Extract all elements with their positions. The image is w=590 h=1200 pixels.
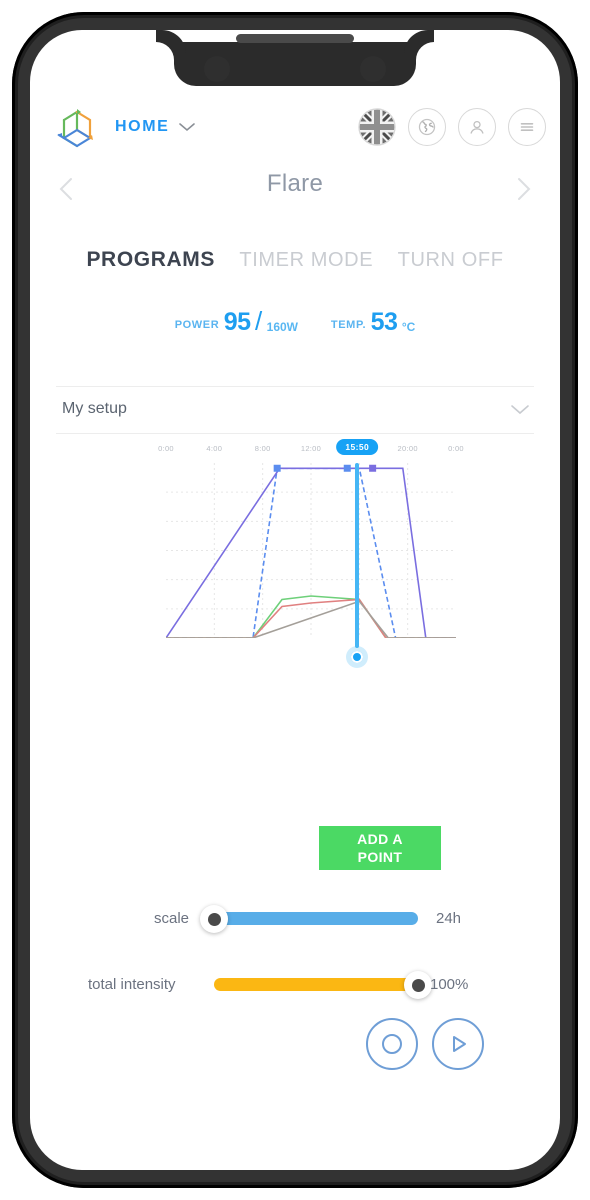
add-point-line2: POINT — [357, 849, 403, 865]
play-button[interactable] — [432, 1018, 484, 1070]
chart-point-marker[interactable] — [273, 464, 281, 472]
power-value: 95 — [223, 308, 251, 336]
cube-logo-icon[interactable] — [54, 106, 100, 154]
my-setup-label: My setup — [62, 400, 127, 417]
total-intensity-slider-value: 100% — [430, 976, 469, 993]
chevron-right-icon[interactable] — [510, 174, 536, 204]
total-intensity-slider-label: total intensity — [88, 976, 176, 993]
home-menu-label[interactable]: HOME — [115, 118, 169, 136]
phone-device-frame: HOME Flare PROGRAMS TIMER MODE TURN OFF … — [12, 12, 578, 1188]
total-intensity-slider-track[interactable] — [214, 978, 418, 991]
chart-time-cursor[interactable] — [355, 463, 360, 648]
page-title: Flare — [266, 170, 324, 197]
power-separator: / — [254, 306, 263, 336]
mode-tabs: PROGRAMS TIMER MODE TURN OFF — [30, 248, 560, 272]
my-setup-accordion[interactable]: My setup — [56, 386, 534, 434]
scale-slider-label: scale — [154, 910, 190, 927]
add-point-line1: ADD A — [357, 831, 403, 847]
scale-slider-value: 24h — [436, 910, 462, 927]
chart-x-tick: 0:00 — [448, 444, 464, 453]
program-chart[interactable]: 0:00 4:00 8:00 12:00 20:00 0:00 15:50 — [148, 439, 464, 674]
power-max: 160W — [266, 320, 299, 334]
chart-x-tick: 0:00 — [158, 444, 174, 453]
chart-x-tick: 8:00 — [254, 444, 271, 453]
app-content: HOME Flare PROGRAMS TIMER MODE TURN OFF … — [30, 30, 560, 1170]
chart-x-tick: 4:00 — [206, 444, 223, 453]
temp-label: TEMP. — [330, 319, 367, 331]
header-icon-group — [358, 108, 546, 146]
temp-unit: °C — [401, 320, 416, 334]
chart-point-marker[interactable] — [343, 464, 351, 472]
page-title-row: Flare — [30, 170, 560, 210]
tab-programs[interactable]: PROGRAMS — [86, 248, 214, 272]
record-button[interactable] — [366, 1018, 418, 1070]
total-intensity-slider-knob[interactable] — [404, 971, 432, 999]
chevron-down-icon[interactable] — [178, 120, 196, 132]
chart-x-tick: 12:00 — [300, 444, 322, 453]
scale-slider-track[interactable] — [214, 912, 418, 925]
temp-value: 53 — [370, 308, 398, 336]
user-icon[interactable] — [458, 108, 496, 146]
phone-notch — [174, 34, 416, 86]
tab-timer-mode[interactable]: TIMER MODE — [239, 249, 373, 272]
scale-slider-row: scale 24h — [30, 904, 560, 934]
chevron-down-icon[interactable] — [510, 403, 530, 416]
globe-icon[interactable] — [408, 108, 446, 146]
chart-x-tick: 20:00 — [397, 444, 418, 453]
earpiece-speaker — [236, 34, 354, 43]
tab-turn-off[interactable]: TURN OFF — [398, 249, 504, 272]
scale-slider-knob[interactable] — [200, 905, 228, 933]
power-label: POWER — [174, 319, 220, 331]
chart-time-badge[interactable]: 15:50 — [336, 439, 379, 455]
transport-buttons — [366, 1018, 484, 1070]
front-camera-left-icon — [204, 56, 230, 82]
phone-screen: HOME Flare PROGRAMS TIMER MODE TURN OFF … — [30, 30, 560, 1170]
front-camera-right-icon — [360, 56, 386, 82]
chart-point-marker[interactable] — [369, 464, 377, 472]
total-intensity-slider-row: total intensity 100% — [30, 970, 560, 1000]
uk-flag-icon[interactable] — [358, 108, 396, 146]
chart-cursor-handle[interactable] — [346, 646, 369, 668]
chart-plot-area[interactable] — [165, 463, 456, 639]
add-a-point-button[interactable]: ADD A POINT — [319, 826, 441, 870]
app-header: HOME — [30, 102, 560, 164]
hamburger-menu-icon[interactable] — [508, 108, 546, 146]
metrics-row: POWER 95 / 160W TEMP. 53 °C — [30, 306, 560, 337]
